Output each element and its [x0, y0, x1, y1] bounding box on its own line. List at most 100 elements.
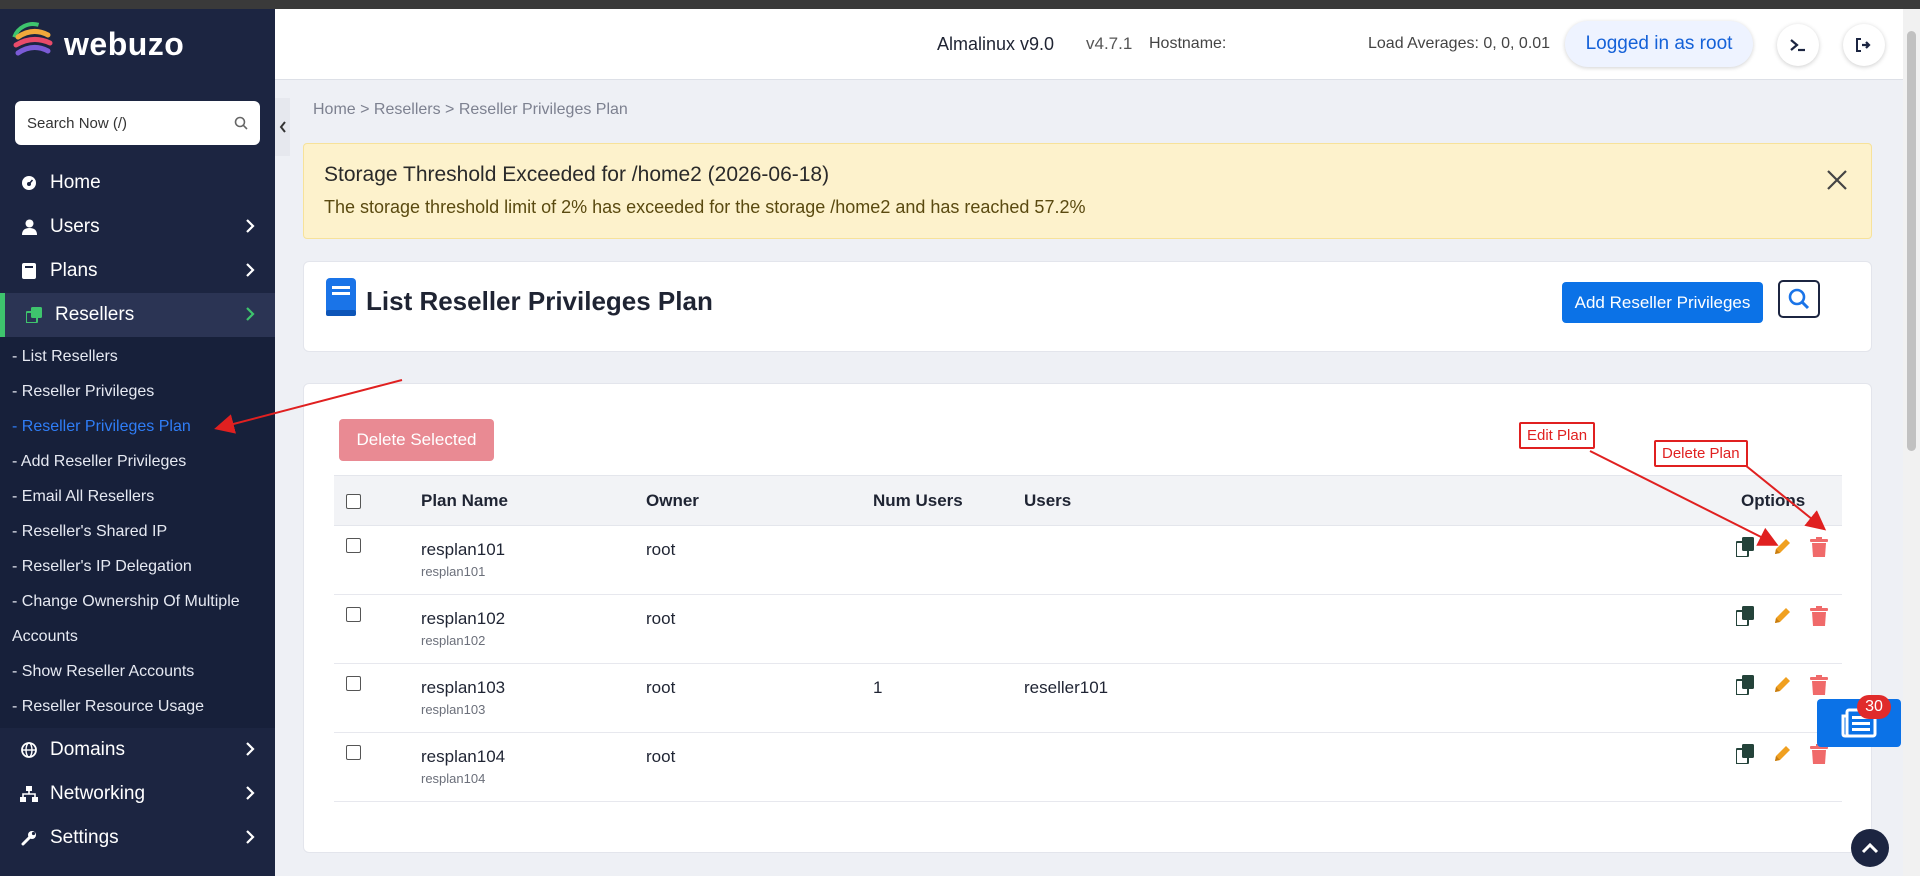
scrollbar-thumb[interactable]	[1907, 31, 1916, 451]
close-icon[interactable]	[1825, 168, 1849, 192]
sidebar-collapse-toggle[interactable]	[275, 98, 290, 156]
search-icon	[1788, 288, 1810, 310]
storage-alert: Storage Threshold Exceeded for /home2 (2…	[303, 143, 1872, 239]
logged-in-badge[interactable]: Logged in as root	[1565, 21, 1753, 67]
chevron-left-icon	[279, 121, 286, 133]
network-icon	[20, 785, 38, 803]
sidebar-item-home[interactable]: Home	[0, 161, 275, 205]
sidebar-item-domains[interactable]: Domains	[0, 728, 275, 772]
sidebar-item-resellers[interactable]: Resellers	[0, 293, 275, 337]
hostname-label: Hostname:	[1149, 35, 1227, 52]
col-num-users[interactable]: Num Users	[873, 491, 963, 511]
plan-name: resplan103	[421, 678, 506, 697]
plans-table: Plan Name Owner Num Users Users Options …	[334, 475, 1842, 802]
submenu-change-ownership-cont[interactable]: Accounts	[0, 619, 275, 654]
webuzo-logo-icon	[11, 22, 55, 66]
submenu-reseller-privileges-plan[interactable]: - Reseller Privileges Plan	[0, 409, 275, 444]
owner: root	[646, 609, 676, 628]
sidebar-item-label: Plans	[50, 260, 98, 281]
sidebar-search-input[interactable]	[27, 114, 234, 132]
breadcrumb-resellers[interactable]: Resellers	[374, 101, 441, 118]
page-scrollbar[interactable]	[1903, 9, 1920, 876]
logout-button[interactable]	[1843, 24, 1885, 66]
sidebar-item-label: Settings	[50, 827, 119, 848]
submenu-change-ownership[interactable]: - Change Ownership Of Multiple	[0, 584, 275, 619]
plan-sub-name: resplan103	[421, 702, 486, 717]
sidebar-item-networking[interactable]: Networking	[0, 772, 275, 816]
clone-icon[interactable]	[1734, 536, 1756, 558]
trash-icon[interactable]	[1808, 674, 1830, 696]
edit-pencil-icon[interactable]	[1771, 674, 1793, 696]
alert-title: Storage Threshold Exceeded for /home2 (2…	[324, 163, 830, 186]
submenu-reseller-privileges[interactable]: - Reseller Privileges	[0, 374, 275, 409]
owner: root	[646, 678, 676, 697]
load-averages: Load Averages: 0, 0, 0.01	[1368, 35, 1551, 52]
col-plan-name[interactable]: Plan Name	[421, 491, 508, 511]
submenu-email-all-resellers[interactable]: - Email All Resellers	[0, 479, 275, 514]
row-checkbox[interactable]	[346, 607, 361, 622]
edit-pencil-icon[interactable]	[1771, 743, 1793, 765]
browser-top-strip	[0, 0, 1920, 9]
sidebar-item-label: Domains	[50, 739, 125, 760]
sidebar-item-settings[interactable]: Settings	[0, 816, 275, 860]
row-checkbox[interactable]	[346, 745, 361, 760]
submenu-resellers-ip-delegation[interactable]: - Reseller's IP Delegation	[0, 549, 275, 584]
user-icon	[20, 218, 38, 236]
col-users[interactable]: Users	[1024, 491, 1071, 511]
submenu-resellers-shared-ip[interactable]: - Reseller's Shared IP	[0, 514, 275, 549]
scroll-to-top-button[interactable]	[1851, 829, 1889, 867]
submenu-list-resellers[interactable]: - List Resellers	[0, 339, 275, 374]
reseller-submenu: - List Resellers - Reseller Privileges -…	[0, 337, 275, 728]
table-row: resplan102 resplan102 root	[334, 595, 1842, 664]
page-header-card: List Reseller Privileges Plan Add Resell…	[303, 261, 1872, 352]
trash-icon[interactable]	[1808, 536, 1830, 558]
plan-sub-name: resplan104	[421, 771, 486, 786]
breadcrumb-home[interactable]: Home	[313, 101, 356, 118]
edit-pencil-icon[interactable]	[1771, 536, 1793, 558]
row-checkbox[interactable]	[346, 676, 361, 691]
os-version: Almalinux v9.0	[937, 34, 1055, 54]
plan-name: resplan104	[421, 747, 506, 766]
search-icon[interactable]	[234, 116, 248, 130]
wrench-icon	[20, 829, 38, 847]
chevron-right-icon	[246, 830, 255, 844]
edit-pencil-icon[interactable]	[1771, 605, 1793, 627]
terminal-icon	[1790, 39, 1805, 52]
col-owner[interactable]: Owner	[646, 491, 699, 511]
sidebar-item-users[interactable]: Users	[0, 205, 275, 249]
row-checkbox[interactable]	[346, 538, 361, 553]
chevron-right-icon	[246, 742, 255, 756]
breadcrumb-current: Reseller Privileges Plan	[458, 101, 628, 118]
delete-plan-annotation: Delete Plan	[1654, 440, 1748, 467]
sidebar-item-label: Resellers	[55, 304, 135, 325]
book-icon	[326, 278, 356, 316]
terminal-button[interactable]	[1777, 24, 1819, 66]
copy-icon	[25, 306, 43, 324]
select-all-checkbox[interactable]	[346, 494, 361, 509]
logout-icon	[1856, 38, 1871, 52]
clone-icon[interactable]	[1734, 743, 1756, 765]
clone-icon[interactable]	[1734, 605, 1756, 627]
submenu-add-reseller-privileges[interactable]: - Add Reseller Privileges	[0, 444, 275, 479]
add-reseller-privileges-button[interactable]: Add Reseller Privileges	[1562, 282, 1763, 323]
brand-logo[interactable]: webuzo	[0, 9, 275, 79]
page-title: List Reseller Privileges Plan	[366, 286, 713, 316]
sidebar-item-plans[interactable]: Plans	[0, 249, 275, 293]
submenu-reseller-resource-usage[interactable]: - Reseller Resource Usage	[0, 689, 275, 724]
clone-icon[interactable]	[1734, 674, 1756, 696]
webuzo-version: v4.7.1	[1086, 34, 1133, 53]
chevron-right-icon	[246, 219, 255, 233]
sidebar-nav: Home Users Plans Resellers - List Resell…	[0, 161, 275, 860]
trash-icon[interactable]	[1808, 605, 1830, 627]
delete-selected-button[interactable]: Delete Selected	[339, 419, 494, 461]
plan-sub-name: resplan101	[421, 564, 486, 579]
submenu-show-reseller-accounts[interactable]: - Show Reseller Accounts	[0, 654, 275, 689]
table-row: resplan103 resplan103 root 1 reseller101	[334, 664, 1842, 733]
topbar: Almalinux v9.0 v4.7.1 Hostname: Load Ave…	[275, 9, 1903, 80]
owner: root	[646, 747, 676, 766]
search-toggle-button[interactable]	[1778, 280, 1820, 318]
table-row: resplan104 resplan104 root	[334, 733, 1842, 802]
num-users: 1	[873, 678, 883, 697]
sidebar-search	[15, 101, 260, 145]
edit-plan-annotation: Edit Plan	[1519, 422, 1596, 449]
